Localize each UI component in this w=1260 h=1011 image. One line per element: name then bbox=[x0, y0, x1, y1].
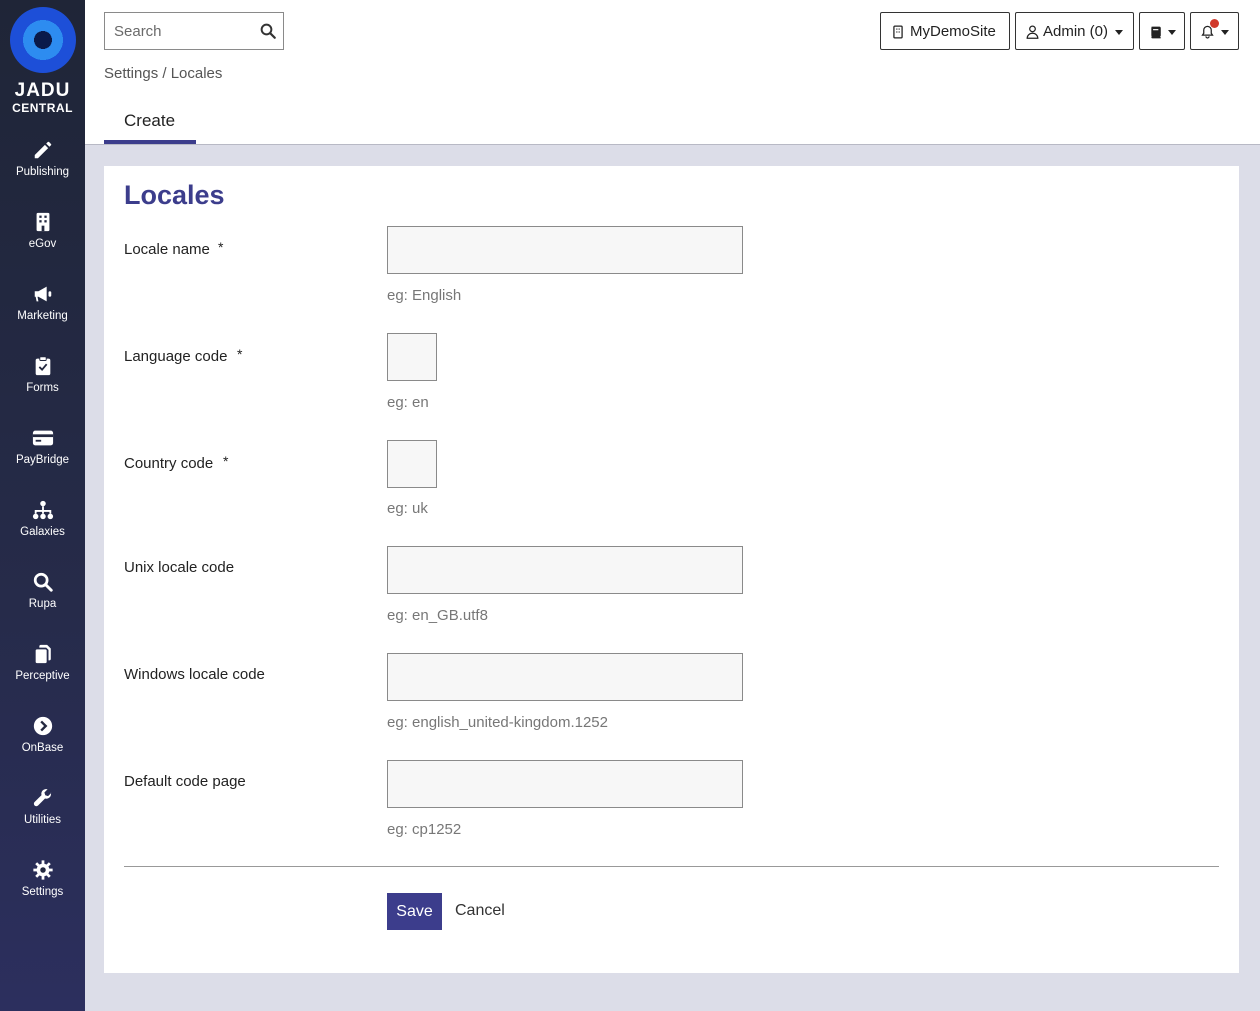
sidebar: JADU CENTRAL Publishing eGov Marketing F… bbox=[0, 0, 85, 1011]
search-icon[interactable] bbox=[259, 22, 277, 40]
field-label: Windows locale code bbox=[124, 666, 265, 683]
notifications-button[interactable] bbox=[1190, 12, 1239, 50]
field-hint: eg: cp1252 bbox=[387, 821, 462, 838]
site-button[interactable]: MyDemoSite bbox=[880, 12, 1010, 50]
user-name: Admin (0) bbox=[1043, 23, 1109, 40]
sidebar-item-publishing[interactable]: Publishing bbox=[0, 139, 85, 199]
chevron-down-icon bbox=[1115, 30, 1123, 35]
form-card: Locales Locale name * eg: English Langua… bbox=[104, 166, 1239, 973]
page-title: Locales bbox=[124, 180, 225, 210]
country-code-field[interactable] bbox=[387, 440, 437, 488]
breadcrumb[interactable]: Settings / Locales bbox=[104, 65, 222, 82]
user-menu-button[interactable]: Admin (0) bbox=[1015, 12, 1134, 50]
sidebar-item-paybridge[interactable]: PayBridge bbox=[0, 427, 85, 487]
search-icon bbox=[33, 572, 53, 592]
notification-dot bbox=[1210, 19, 1219, 28]
unix-locale-code-field[interactable] bbox=[387, 546, 743, 594]
book-icon bbox=[1151, 26, 1161, 39]
required-mark: * bbox=[218, 239, 224, 255]
sidebar-item-label: Perceptive bbox=[15, 670, 70, 682]
sidebar-item-rupa[interactable]: Rupa bbox=[0, 571, 85, 631]
default-code-page-field[interactable] bbox=[387, 760, 743, 808]
sidebar-item-label: Rupa bbox=[28, 598, 57, 610]
header: Search MyDemoSite Admin (0) Settings / L… bbox=[85, 0, 1260, 145]
tab-create[interactable]: Create bbox=[104, 103, 196, 144]
sidebar-item-marketing[interactable]: Marketing bbox=[0, 283, 85, 343]
cancel-link[interactable]: Cancel bbox=[455, 902, 505, 920]
brand-line2: CENTRAL bbox=[12, 101, 73, 115]
sidebar-item-settings[interactable]: Settings bbox=[0, 859, 85, 919]
save-button[interactable]: Save bbox=[387, 893, 442, 930]
field-hint: eg: English bbox=[387, 287, 462, 304]
field-label: Country code bbox=[124, 455, 214, 472]
sidebar-item-utilities[interactable]: Utilities bbox=[0, 787, 85, 847]
sidebar-item-onbase[interactable]: OnBase bbox=[0, 715, 85, 775]
chevron-down-icon bbox=[1221, 30, 1229, 35]
field-hint: eg: en bbox=[387, 394, 429, 411]
building-icon bbox=[893, 25, 903, 39]
sidebar-item-label: Forms bbox=[26, 382, 59, 394]
field-hint: eg: english_united-kingdom.1252 bbox=[387, 714, 608, 731]
chevron-circle-icon bbox=[33, 716, 52, 736]
field-label: Default code page bbox=[124, 773, 246, 790]
site-name: MyDemoSite bbox=[910, 23, 996, 40]
gear-icon bbox=[32, 860, 53, 880]
search-input[interactable]: Search bbox=[104, 12, 284, 50]
sidebar-item-label: Settings bbox=[21, 886, 64, 898]
megaphone-icon bbox=[34, 286, 51, 302]
search-placeholder: Search bbox=[114, 23, 162, 40]
field-label: Language code bbox=[124, 348, 228, 365]
sitemap-icon bbox=[32, 500, 53, 520]
sidebar-item-label: PayBridge bbox=[15, 454, 70, 466]
sidebar-item-label: Publishing bbox=[15, 166, 70, 178]
sidebar-item-perceptive[interactable]: Perceptive bbox=[0, 643, 85, 703]
windows-locale-code-field[interactable] bbox=[387, 653, 743, 701]
credit-card-icon bbox=[32, 430, 53, 446]
sidebar-item-label: OnBase bbox=[21, 742, 64, 754]
pencil-icon bbox=[34, 141, 51, 159]
sidebar-item-label: eGov bbox=[28, 238, 57, 250]
field-hint: eg: uk bbox=[387, 500, 428, 517]
wrench-icon bbox=[33, 789, 51, 807]
sidebar-item-label: Utilities bbox=[23, 814, 62, 826]
chevron-down-icon bbox=[1168, 30, 1176, 35]
required-mark: * bbox=[237, 346, 243, 362]
jadu-logo[interactable] bbox=[10, 7, 76, 73]
sidebar-item-label: Marketing bbox=[17, 310, 68, 322]
copy-icon bbox=[35, 644, 51, 664]
locale-name-field[interactable] bbox=[387, 226, 743, 274]
tab-label: Create bbox=[124, 111, 176, 130]
brand-line1: JADU bbox=[14, 80, 71, 101]
field-label: Unix locale code bbox=[124, 559, 235, 576]
field-hint: eg: en_GB.utf8 bbox=[387, 607, 488, 624]
language-code-field[interactable] bbox=[387, 333, 437, 381]
building-icon bbox=[36, 212, 49, 232]
clipboard-icon bbox=[35, 356, 50, 376]
sidebar-item-label: Galaxies bbox=[20, 526, 65, 538]
divider bbox=[124, 866, 1219, 867]
sidebar-item-egov[interactable]: eGov bbox=[0, 211, 85, 271]
required-mark: * bbox=[223, 453, 229, 469]
sidebar-item-galaxies[interactable]: Galaxies bbox=[0, 499, 85, 559]
docs-menu-button[interactable] bbox=[1139, 12, 1185, 50]
field-label: Locale name bbox=[124, 241, 210, 258]
sidebar-item-forms[interactable]: Forms bbox=[0, 355, 85, 415]
user-icon bbox=[1026, 25, 1039, 39]
